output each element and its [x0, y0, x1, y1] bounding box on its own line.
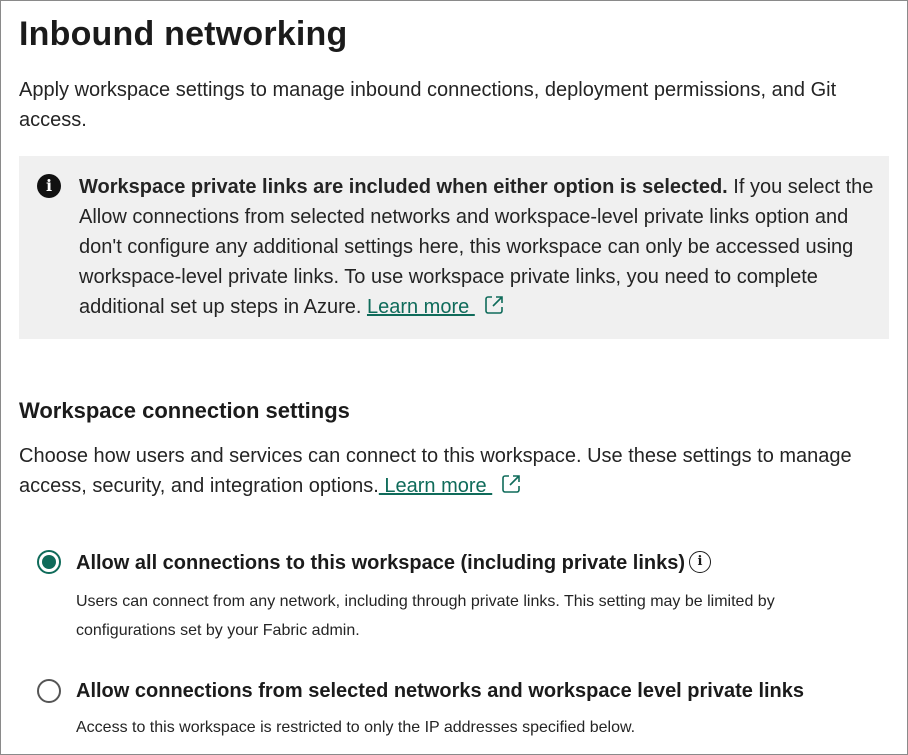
radio-allow-selected-networks[interactable]	[37, 679, 61, 703]
option-selected-networks-description: Access to this workspace is restricted t…	[76, 719, 636, 736]
section-title: Workspace connection settings	[19, 398, 350, 423]
info-learn-more-label: Learn more	[366, 296, 475, 318]
option-allow-all-description: Users can connect from any network, incl…	[76, 593, 775, 639]
section-learn-more-label: Learn more	[378, 475, 493, 497]
section-description: Choose how users and services can connec…	[19, 441, 894, 504]
info-icon: i	[37, 174, 61, 198]
info-banner: i Workspace private links are included w…	[19, 156, 889, 339]
page-description: Apply workspace settings to manage inbou…	[19, 79, 837, 131]
external-link-icon[interactable]	[500, 473, 522, 504]
radio-allow-all-connections[interactable]	[37, 550, 61, 574]
section-learn-more-link[interactable]: Learn more	[379, 475, 492, 497]
info-learn-more-link[interactable]: Learn more	[367, 296, 475, 318]
info-tooltip-icon[interactable]: i	[689, 551, 711, 573]
external-link-icon[interactable]	[483, 294, 505, 325]
info-banner-bold-text: Workspace private links are included whe…	[79, 176, 728, 198]
page-title: Inbound networking	[19, 15, 348, 53]
option-selected-networks-label[interactable]: Allow connections from selected networks…	[76, 680, 804, 703]
panel-frame: Inbound networking Apply workspace setti…	[0, 0, 908, 755]
option-allow-all-label[interactable]: Allow all connections to this workspace …	[76, 552, 685, 575]
info-banner-text: Workspace private links are included whe…	[79, 172, 879, 325]
